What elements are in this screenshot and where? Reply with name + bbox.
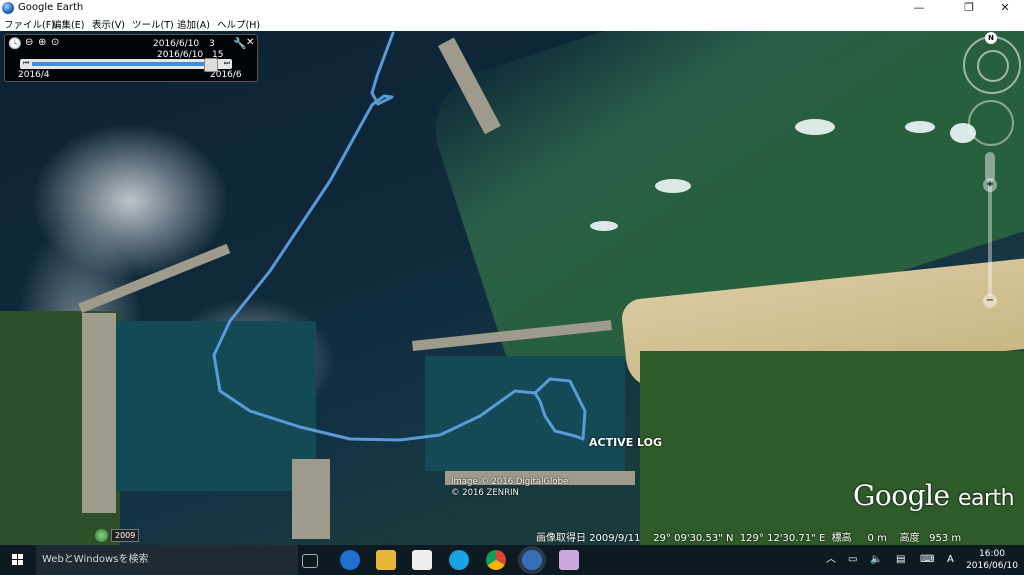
edge-browser-icon[interactable]: [340, 550, 360, 570]
clock-icon[interactable]: 🕓: [8, 37, 22, 50]
imagery-copyright: Image © 2016 DigitalGlobe © 2016 ZENRIN: [451, 477, 568, 499]
step-back-icon[interactable]: ⏮: [23, 59, 29, 68]
google-earth-logo: Google earth: [853, 479, 1015, 512]
store-icon[interactable]: [412, 550, 432, 570]
google-earth-app-icon: [2, 2, 14, 14]
logo-earth-text: earth: [957, 486, 1015, 511]
chrome-icon[interactable]: [486, 550, 506, 570]
image-date-label: 画像取得日: [536, 533, 586, 544]
time-slider-fill: [32, 62, 211, 66]
notification-icon[interactable]: ▤: [896, 545, 905, 575]
time-slider-panel: 🕓 ⊖ ⊕ ⊙ 2016/6/10 3 🔧 ✕ 2016/6/10 15 201…: [4, 34, 258, 82]
minimize-button[interactable]: —: [904, 0, 934, 16]
logo-google-text: Google: [853, 479, 950, 512]
file-explorer-icon[interactable]: [376, 550, 396, 570]
paint-icon[interactable]: [559, 550, 579, 570]
menu-edit[interactable]: 編集(E): [52, 17, 84, 31]
historical-year: 2009: [111, 529, 140, 542]
clock-time: 16:00: [979, 549, 1005, 559]
keyboard-icon[interactable]: ⌨: [920, 545, 934, 575]
title-bar: Google Earth — ❐ ✕: [0, 0, 1024, 16]
current-date: 2016/6/10: [153, 39, 200, 49]
menu-help[interactable]: ヘルプ(H): [217, 17, 260, 31]
compass-ring[interactable]: N: [963, 32, 1021, 94]
google-earth-taskbar-icon[interactable]: [522, 550, 542, 570]
zoom-in-time-icon[interactable]: ⊕: [38, 37, 46, 48]
zoom-out-time-icon[interactable]: ⊖: [25, 37, 33, 48]
volume-icon[interactable]: 🔈: [870, 545, 882, 575]
clock-date: 2016/06/10: [966, 561, 1018, 571]
taskbar-clock[interactable]: 16:00 2016/06/10: [964, 548, 1020, 572]
navigation-controls: N + −: [963, 32, 1021, 336]
menu-file[interactable]: ファイル(F): [4, 17, 55, 31]
maximize-button[interactable]: ❐: [954, 0, 984, 16]
range-start-label: 2016/4: [18, 70, 50, 80]
menu-add[interactable]: 追加(A): [177, 17, 210, 31]
historical-imagery-badge[interactable]: 2009: [95, 529, 141, 542]
time-slider-track[interactable]: ⏮ ⏭: [20, 58, 232, 72]
windows-logo-icon: [12, 554, 24, 566]
menu-view[interactable]: 表示(V): [92, 17, 125, 31]
altitude-label: 高度: [899, 533, 920, 544]
north-icon[interactable]: N: [985, 32, 997, 44]
compass-inner-icon: [977, 50, 1009, 82]
historical-imagery-icon: [95, 529, 108, 542]
copyright-line-1: Image © 2016 DigitalGlobe: [451, 477, 569, 487]
play-settings-icon[interactable]: ⊙: [51, 37, 59, 48]
start-button[interactable]: [0, 545, 36, 575]
zoom-out-button[interactable]: −: [983, 294, 997, 308]
gps-track: [212, 31, 587, 442]
latitude: 29° 09'30.53" N: [653, 533, 734, 544]
gps-track-line: [212, 31, 587, 442]
date-count: 3: [209, 39, 215, 49]
windows-taskbar: WebとWindowsを検索 ︿ ▭ 🔈 ▤ ⌨ A 16:00 2016/06…: [0, 545, 1024, 575]
image-date: 2009/9/11: [589, 533, 641, 544]
menu-bar: ファイル(F) 編集(E) 表示(V) ツール(T) 追加(A) ヘルプ(H): [0, 16, 1024, 32]
altitude-value: 953 m: [929, 533, 962, 544]
window-title: Google Earth: [18, 2, 84, 13]
status-readout: 画像取得日 2009/9/11 29° 09'30.53" N 129° 12'…: [536, 529, 961, 544]
close-time-panel-icon[interactable]: ✕: [246, 37, 254, 48]
zoom-slider-track[interactable]: [988, 186, 992, 296]
wrench-icon[interactable]: 🔧: [233, 37, 247, 50]
battery-icon[interactable]: ▭: [848, 545, 857, 575]
earth-map-view[interactable]: ACTIVE LOG Image © 2016 DigitalGlobe © 2…: [0, 31, 1024, 545]
skype-icon[interactable]: [449, 550, 469, 570]
look-joystick-icon[interactable]: [968, 100, 1014, 146]
longitude: 129° 12'30.71" E: [739, 533, 826, 544]
elevation-value: 0 m: [867, 533, 887, 544]
active-log-label: ACTIVE LOG: [589, 436, 663, 449]
menu-tools[interactable]: ツール(T): [132, 17, 174, 31]
ime-indicator[interactable]: A: [947, 545, 954, 575]
step-forward-icon[interactable]: ⏭: [224, 59, 230, 68]
copyright-line-2: © 2016 ZENRIN: [451, 488, 519, 498]
elevation-label: 標高: [831, 533, 852, 544]
close-button[interactable]: ✕: [990, 0, 1020, 16]
show-hidden-icons[interactable]: ︿: [826, 545, 836, 575]
time-slider-knob[interactable]: [204, 58, 219, 72]
task-view-icon[interactable]: [302, 554, 318, 568]
taskbar-search-box[interactable]: WebとWindowsを検索: [36, 545, 298, 575]
